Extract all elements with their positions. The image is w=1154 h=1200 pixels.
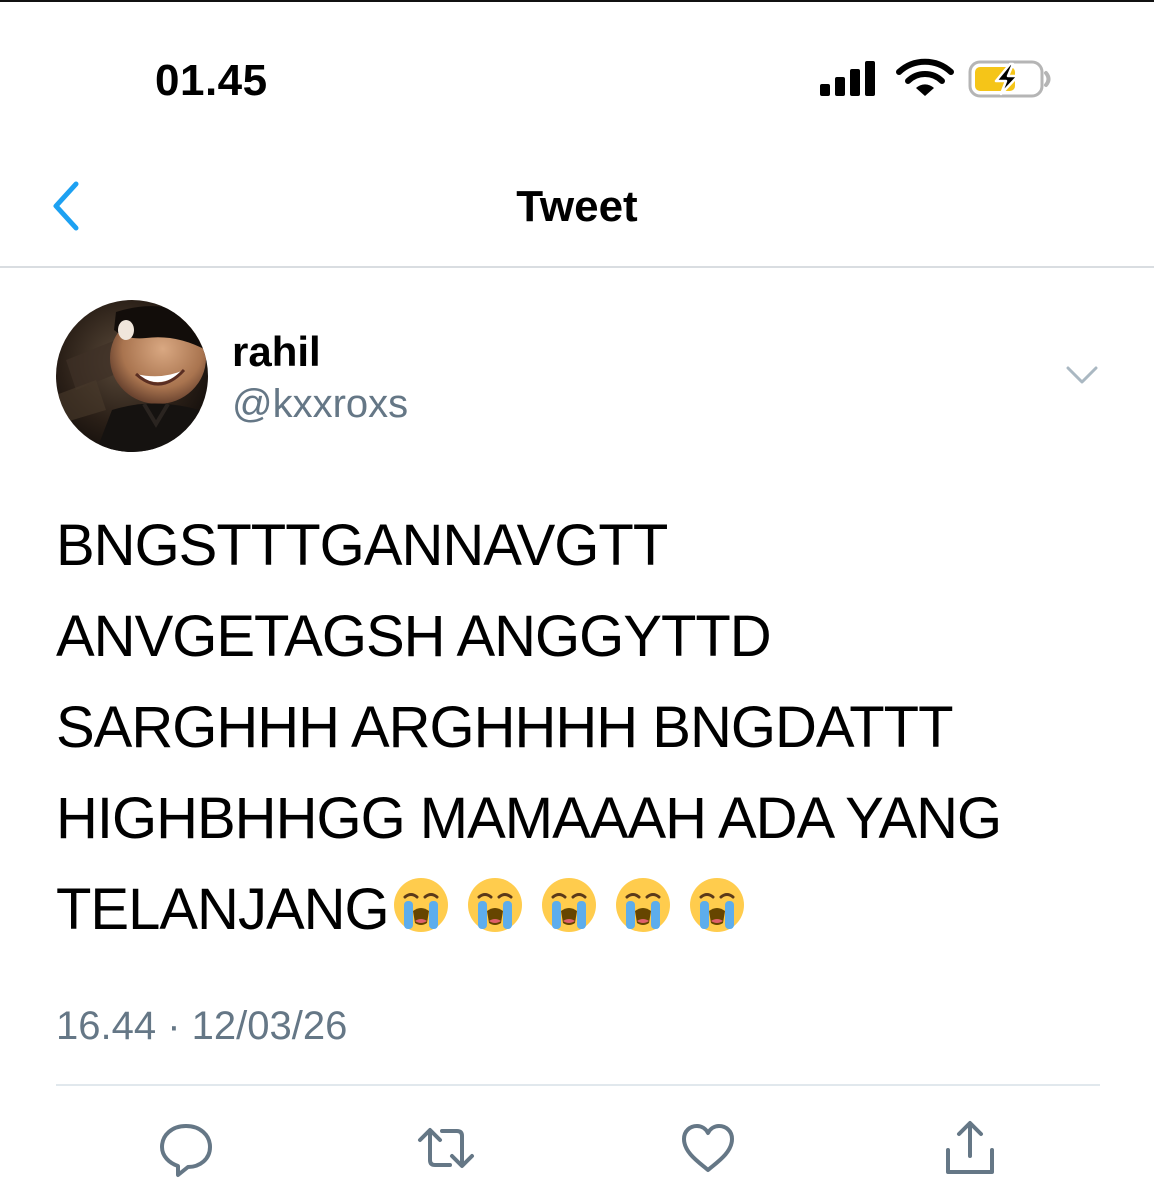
like-icon[interactable]	[678, 1118, 738, 1178]
signal-icon	[820, 61, 875, 96]
retweet-icon[interactable]	[416, 1118, 476, 1178]
loudly-crying-face-icon	[541, 878, 596, 932]
avatar[interactable]	[56, 300, 208, 452]
loudly-crying-face-icon	[689, 878, 744, 932]
loudly-crying-face-icon	[467, 878, 522, 932]
display-name[interactable]: rahil	[232, 328, 321, 376]
page-title: Tweet	[516, 182, 638, 231]
nav-divider	[0, 266, 1154, 268]
loudly-crying-face-icon	[393, 878, 448, 932]
actions-divider	[56, 1084, 1100, 1086]
chevron-down-icon[interactable]	[1062, 360, 1102, 390]
share-icon[interactable]	[940, 1118, 1000, 1178]
loudly-crying-face-icon	[615, 878, 670, 932]
status-bar-time: 01.45	[155, 56, 268, 105]
battery-charging-icon	[968, 60, 1051, 98]
tweet-text-content: BNGSTTTGANNAVGTT ANVGETAGSH ANGGYTTD SAR…	[56, 513, 1002, 942]
top-border	[0, 0, 1154, 2]
tweet-timestamp: 16.44 · 12/03/26	[56, 1004, 348, 1048]
wifi-icon	[896, 58, 954, 96]
reply-icon[interactable]	[156, 1118, 216, 1178]
user-handle[interactable]: @kxxroxs	[232, 382, 408, 427]
tweet-text: BNGSTTTGANNAVGTT ANVGETAGSH ANGGYTTD SAR…	[56, 500, 1116, 955]
